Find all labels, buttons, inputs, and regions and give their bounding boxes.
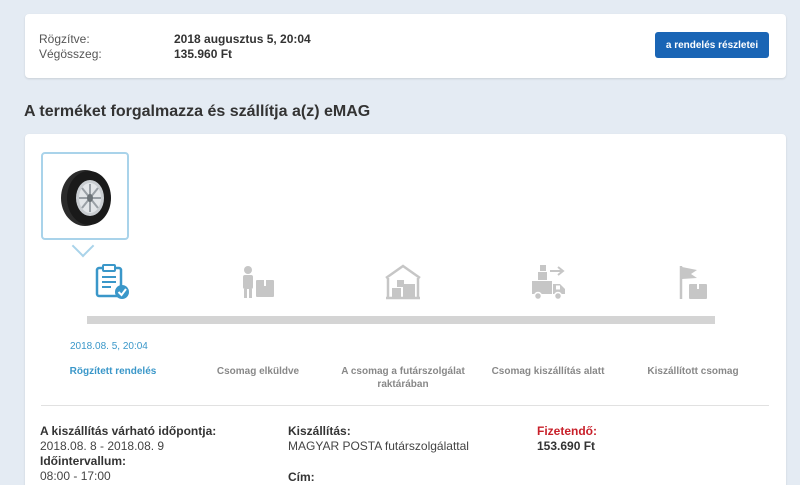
delivered-flag-icon xyxy=(679,266,707,299)
order-tracking-card: 2018.08. 5, 20:04 Rögzített rendelés Cso… xyxy=(25,134,786,485)
warehouse-icon xyxy=(385,264,421,300)
order-summary-card: Rögzítve: 2018 augusztus 5, 20:04 Végöss… xyxy=(25,14,786,78)
expected-delivery-label: A kiszállítás várható időpontja: xyxy=(40,424,217,438)
total-value: 135.960 Ft xyxy=(174,47,233,61)
expected-delivery-value: 2018.08. 8 - 2018.08. 9 xyxy=(40,439,165,453)
total-label: Végösszeg: xyxy=(39,47,102,61)
time-interval-label: Időintervallum: xyxy=(40,454,127,468)
seller-title: A terméket forgalmazza és szállítja a(z)… xyxy=(24,103,371,120)
recorded-value: 2018 augusztus 5, 20:04 xyxy=(174,32,311,46)
product-thumbnail[interactable] xyxy=(41,152,129,240)
step-date-recorded: 2018.08. 5, 20:04 xyxy=(70,341,148,352)
tracking-progress-bar xyxy=(87,316,715,324)
tire-icon xyxy=(61,170,111,226)
address-label: Cím: xyxy=(288,470,315,484)
payable-block: Fizetendő: 153.690 Ft xyxy=(537,424,597,454)
shipping-value: MAGYAR POSTA futárszolgálattal xyxy=(288,439,469,453)
section-divider xyxy=(41,405,769,406)
expected-delivery-block: A kiszállítás várható időpontja: 2018.08… xyxy=(40,424,216,484)
payable-label: Fizetendő: xyxy=(537,424,597,438)
shipping-block: Kiszállítás: MAGYAR POSTA futárszolgálat… xyxy=(288,424,469,485)
payable-value: 153.690 Ft xyxy=(537,439,596,453)
recorded-label: Rögzítve: xyxy=(39,32,90,46)
step-label-in-delivery: Csomag kiszállítás alatt xyxy=(491,366,605,377)
step-label-warehouse: A csomag a futárszolgálat raktárában xyxy=(341,366,465,390)
package-sent-icon xyxy=(243,266,274,298)
time-interval-value: 08:00 - 17:00 xyxy=(40,469,111,483)
order-recorded-icon xyxy=(95,264,129,299)
step-label-sent: Csomag elküldve xyxy=(216,366,300,377)
step-label-recorded: Rögzített rendelés xyxy=(69,366,157,377)
step-label-delivered: Kiszállított csomag xyxy=(647,366,739,377)
delivery-truck-icon xyxy=(532,265,565,301)
order-details-button[interactable]: a rendelés részletei xyxy=(655,32,769,58)
shipping-label: Kiszállítás: xyxy=(288,424,351,438)
